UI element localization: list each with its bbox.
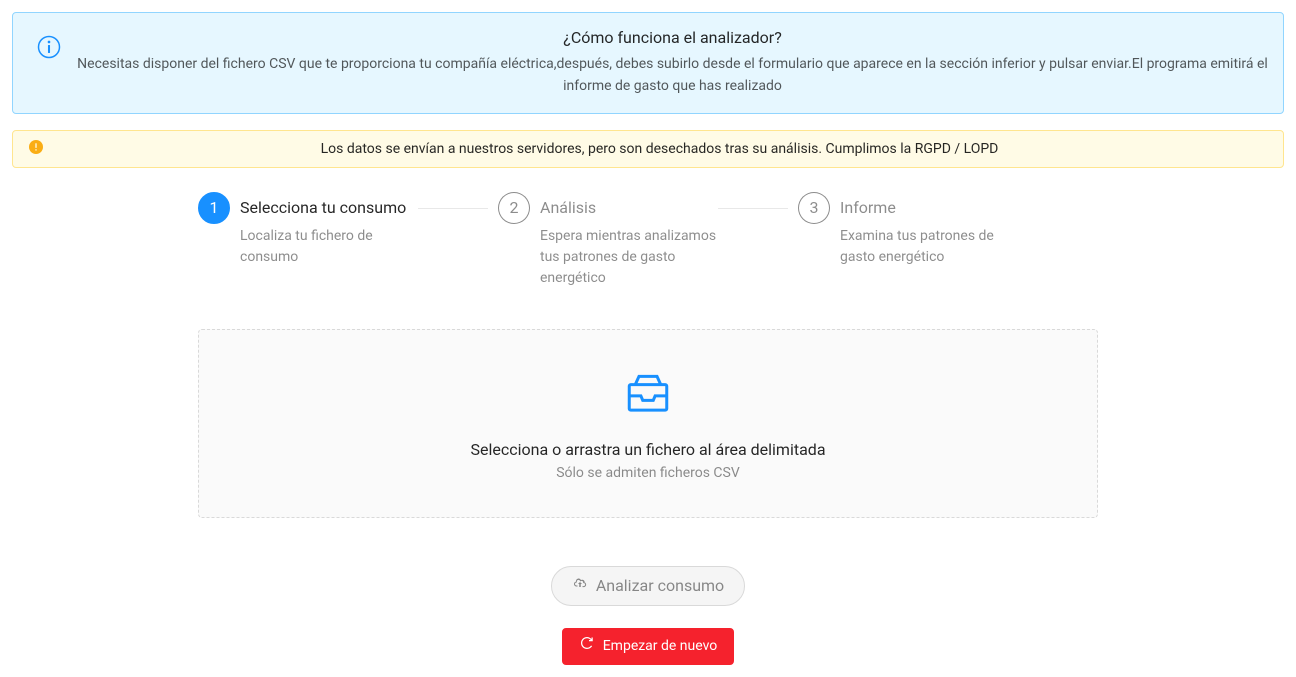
restart-button-label: Empezar de nuevo xyxy=(603,637,718,657)
upload-hint: Sólo se admiten ficheros CSV xyxy=(199,465,1097,481)
step-2-desc: Espera mientras analizamos tus patrones … xyxy=(540,226,720,289)
step-tail xyxy=(718,208,788,209)
warning-icon xyxy=(29,140,43,158)
step-1-desc: Localiza tu fichero de consumo xyxy=(240,226,420,268)
info-alert-title: ¿Cómo funciona el analizador? xyxy=(77,28,1268,47)
step-2-number: 2 xyxy=(498,192,530,224)
step-3-title: Informe xyxy=(840,192,1020,224)
info-icon xyxy=(37,35,61,63)
step-2-title: Análisis xyxy=(540,192,720,224)
warning-alert-text: Los datos se envían a nuestros servidore… xyxy=(321,141,999,157)
upload-title: Selecciona o arrastra un fichero al área… xyxy=(199,440,1097,459)
analyze-button[interactable]: Analizar consumo xyxy=(551,566,745,606)
upload-dropzone[interactable]: Selecciona o arrastra un fichero al área… xyxy=(198,329,1098,518)
step-1-title: Selecciona tu consumo xyxy=(240,192,420,224)
step-3-desc: Examina tus patrones de gasto energético xyxy=(840,226,1020,268)
step-tail xyxy=(418,208,488,209)
step-3-number: 3 xyxy=(798,192,830,224)
step-1: 1 Selecciona tu consumo Localiza tu fich… xyxy=(198,192,498,289)
analyze-button-label: Analizar consumo xyxy=(596,575,724,597)
cloud-upload-icon xyxy=(572,575,588,597)
steps: 1 Selecciona tu consumo Localiza tu fich… xyxy=(198,192,1098,289)
step-3: 3 Informe Examina tus patrones de gasto … xyxy=(798,192,1098,289)
main-container: 1 Selecciona tu consumo Localiza tu fich… xyxy=(198,192,1098,665)
reload-icon xyxy=(579,635,595,658)
inbox-icon xyxy=(624,406,672,422)
info-alert: ¿Cómo funciona el analizador? Necesitas … xyxy=(12,12,1284,114)
warning-alert: Los datos se envían a nuestros servidore… xyxy=(12,130,1284,168)
step-2: 2 Análisis Espera mientras analizamos tu… xyxy=(498,192,798,289)
info-alert-description: Necesitas disponer del fichero CSV que t… xyxy=(77,53,1268,98)
step-1-number: 1 xyxy=(198,192,230,224)
restart-button[interactable]: Empezar de nuevo xyxy=(562,628,735,665)
